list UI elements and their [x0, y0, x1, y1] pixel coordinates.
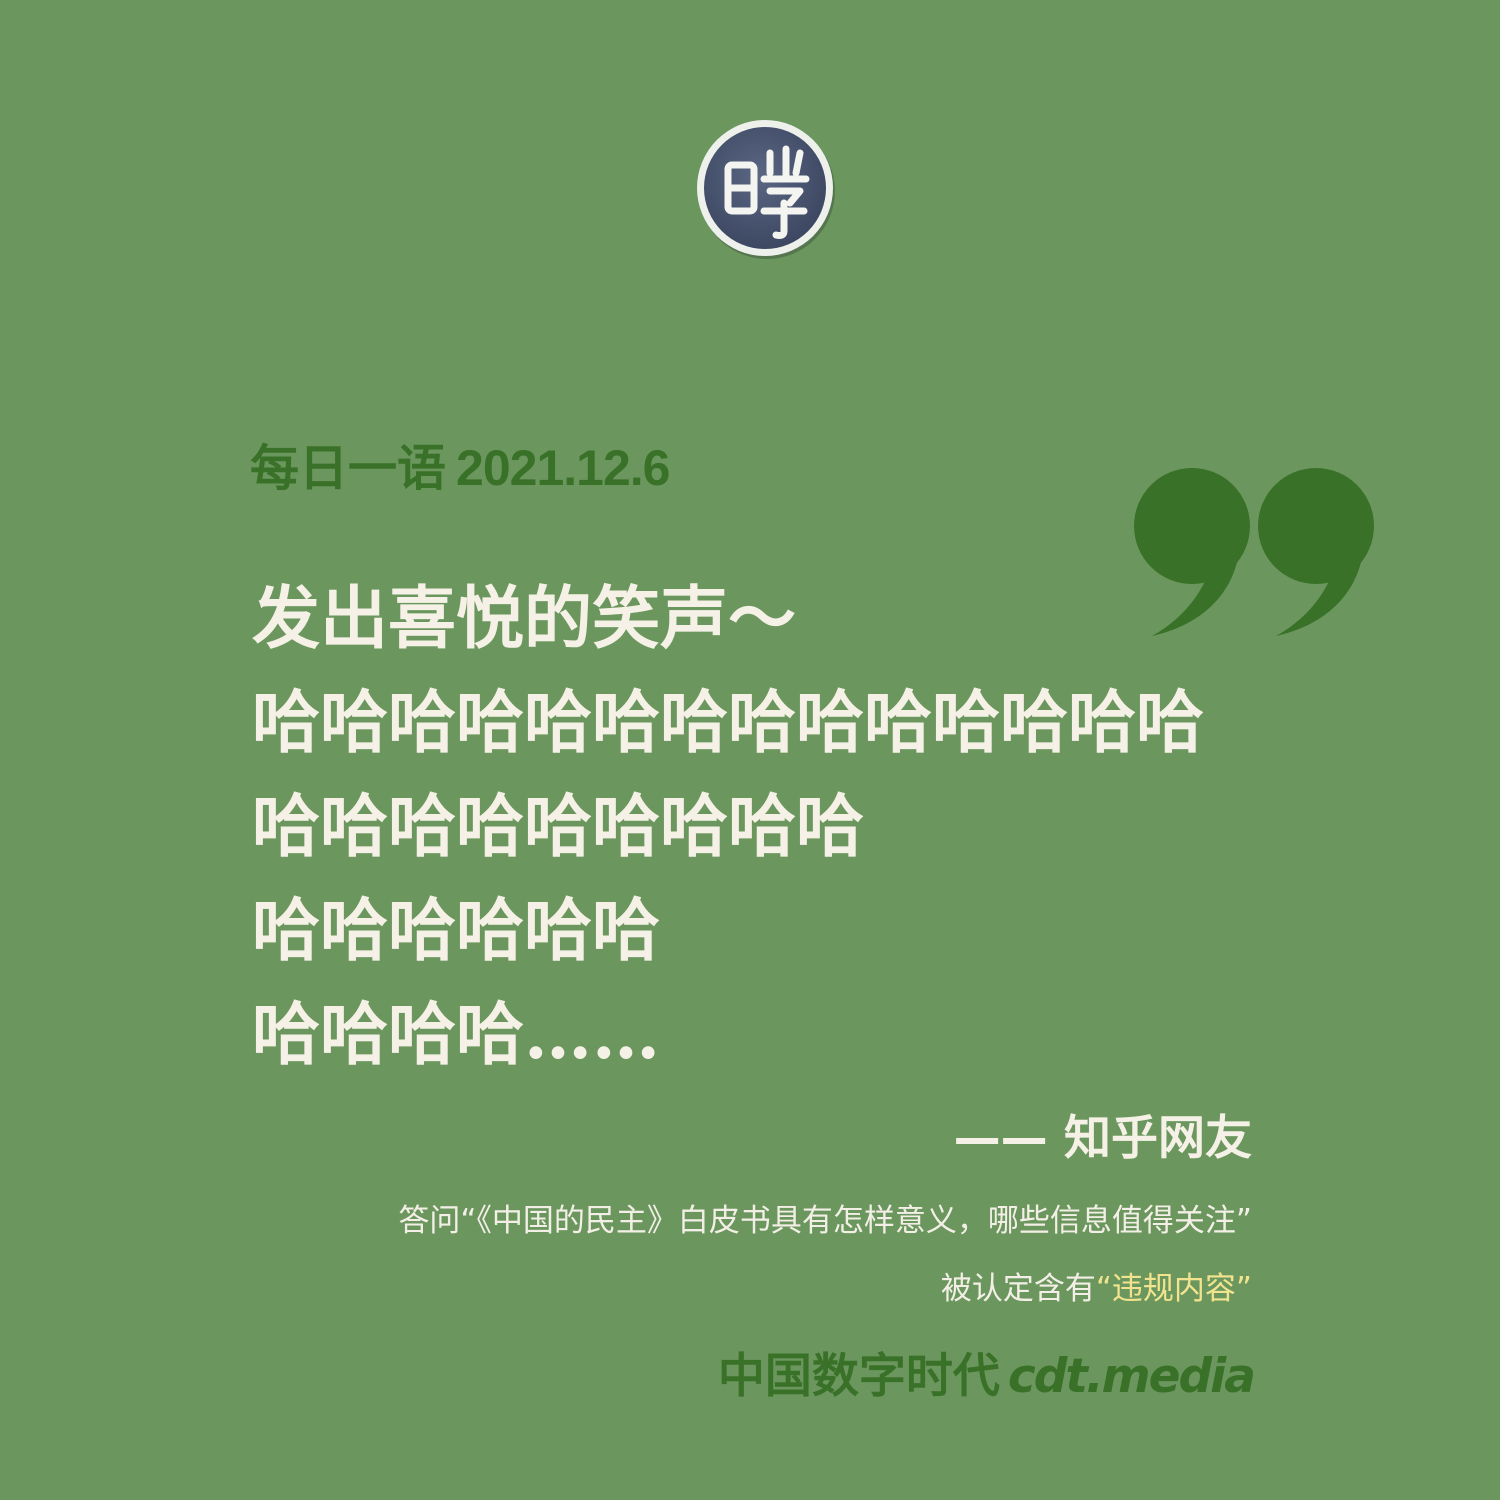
- logo: [692, 115, 838, 261]
- status-caption-prefix: 被认定含有: [940, 1271, 1096, 1307]
- status-caption: 被认定含有“违规内容”: [941, 1266, 1252, 1312]
- quote-text: 发出喜悦的笑声～ 哈哈哈哈哈哈哈哈哈哈哈哈哈哈 哈哈哈哈哈哈哈哈哈 哈哈哈哈哈哈…: [252, 575, 1272, 1095]
- source-caption: 答问“《中国的民主》白皮书具有怎样意义，哪些信息值得关注”: [398, 1203, 1252, 1239]
- quote-line: 哈哈哈哈哈哈哈哈哈: [252, 787, 865, 867]
- heading-label: 每日一语: [250, 440, 447, 497]
- heading-date: 2021.12.6: [456, 440, 670, 496]
- brand-name: 中国数字时代: [717, 1349, 1000, 1404]
- status-caption-highlight: “违规内容”: [1095, 1271, 1252, 1307]
- quote-line: 哈哈哈哈哈哈哈哈哈哈哈哈哈哈: [252, 683, 1205, 763]
- quote-line: 发出喜悦的笑声～: [252, 579, 797, 659]
- quote-line: 哈哈哈哈……: [252, 995, 661, 1075]
- seal-logo-icon: [697, 120, 835, 259]
- daily-quote-heading: 每日一语 2021.12.6: [250, 436, 670, 500]
- brand-footer: 中国数字时代 cdt.media: [717, 1344, 1256, 1410]
- quote-line: 哈哈哈哈哈哈: [252, 891, 661, 971]
- quote-author: —— 知乎网友: [953, 1111, 1252, 1166]
- brand-url: cdt.media: [1007, 1349, 1256, 1404]
